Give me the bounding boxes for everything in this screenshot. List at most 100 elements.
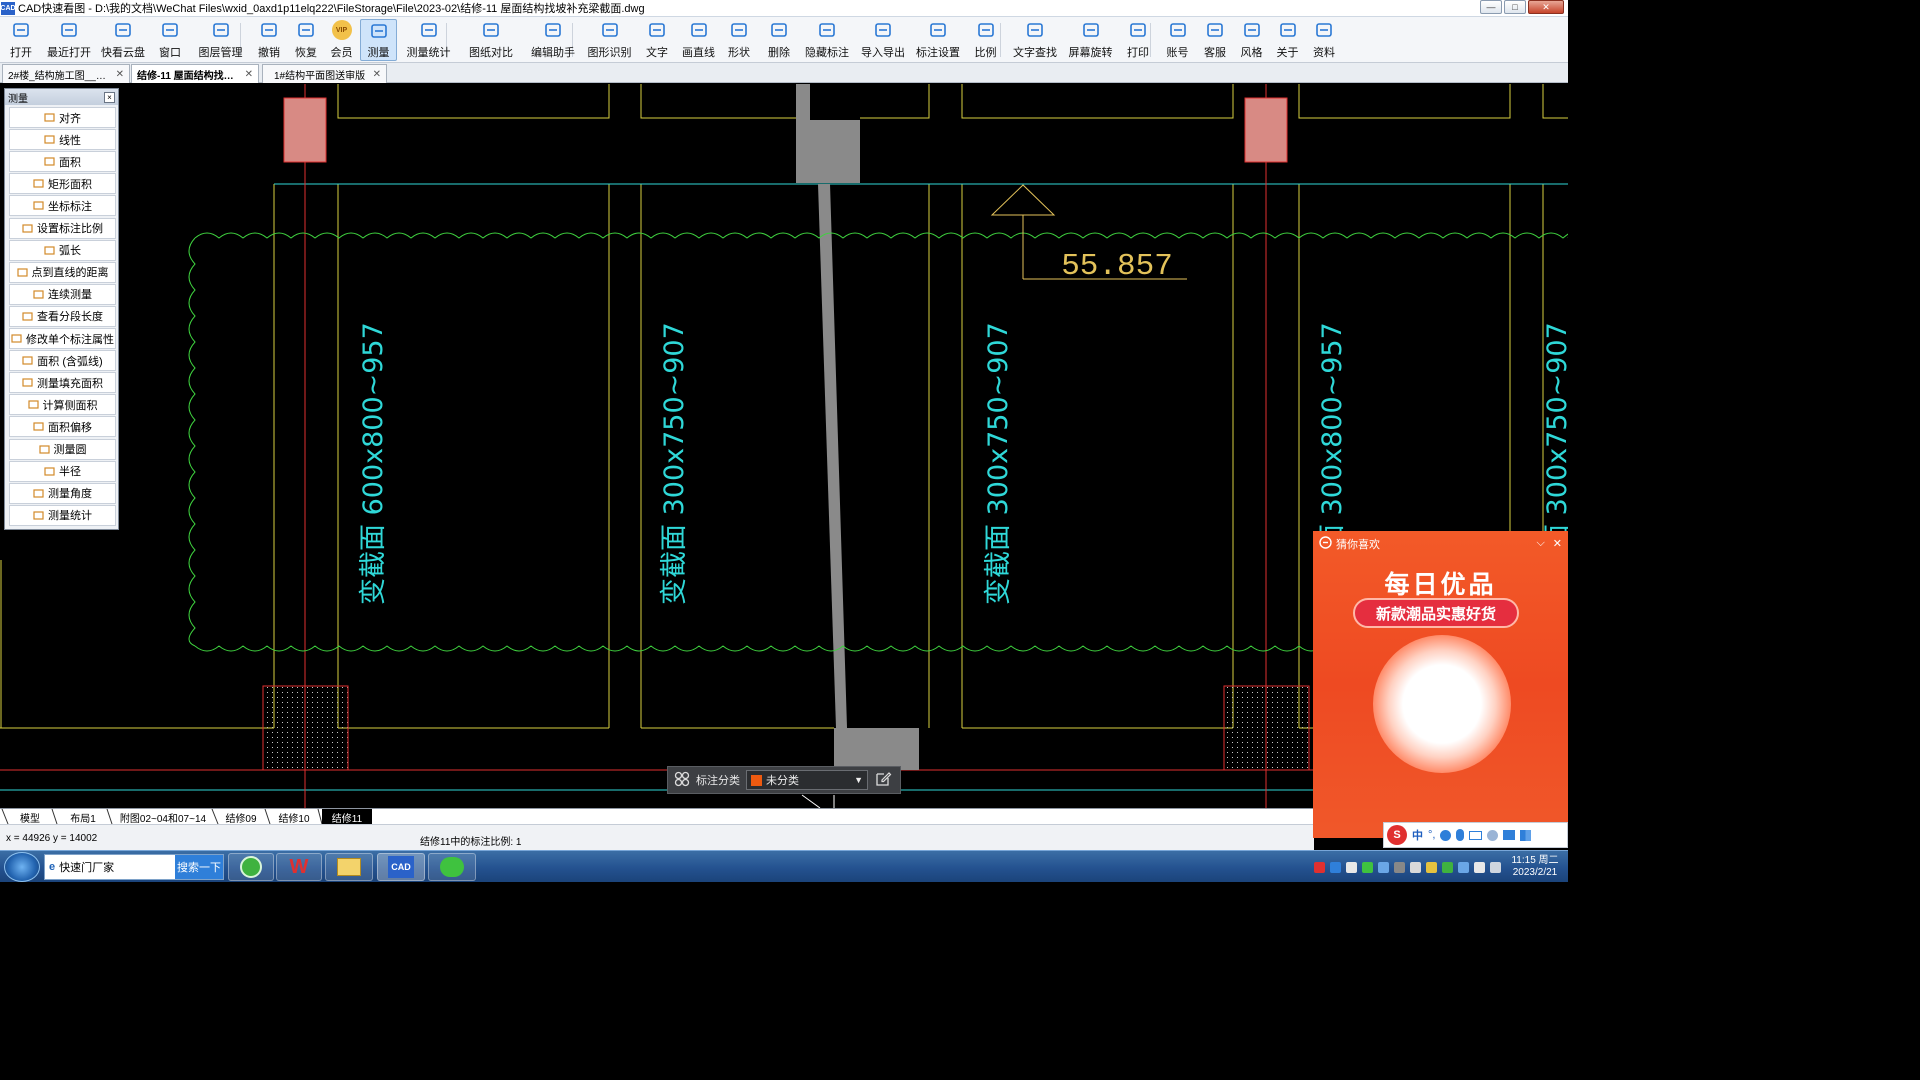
layout-tab-model[interactable]: 模型 [8,809,52,825]
ime-punctuation[interactable]: °, [1428,829,1435,841]
layout-tab-jx10[interactable]: 结修10 [270,809,318,825]
toolbar-button[interactable]: 窗口 [150,19,190,61]
measure-item[interactable]: 测量填充面积 [9,372,116,394]
measure-item[interactable]: 点到直线的距离 [9,261,116,283]
toolbar-button[interactable]: 隐藏标注 [800,19,854,61]
toolbar-button[interactable]: 文字 [637,19,677,61]
doc-tab-3[interactable]: 1#结构平面图送审版 ✕ [262,64,387,83]
measure-item[interactable]: 面积 (含弧线) [9,350,116,372]
measure-item[interactable]: 坐标标注 [9,195,116,217]
measure-item[interactable]: 测量统计 [9,504,116,526]
toolbar-button[interactable]: 打开 [2,19,40,61]
sogou-tray-icon[interactable] [1314,861,1325,873]
measure-item[interactable]: 连续测量 [9,283,116,305]
doc-tab-2[interactable]: 结修-11 屋面结构找… ✕ [131,64,259,83]
toolbar-button[interactable]: 账号 [1160,19,1195,61]
taskbar-wps[interactable]: W [276,853,322,881]
toolbox-icon[interactable] [1520,829,1532,841]
toolbar-button[interactable]: 测量 [360,19,397,61]
minimize-button[interactable]: — [1480,0,1502,14]
annotation-class-select[interactable]: 未分类 ▼ [746,770,868,790]
taskbar-cad[interactable]: CAD [377,853,425,881]
toolbar-button[interactable]: 文字查找 [1007,19,1063,61]
toolbar-button[interactable]: 比例 [966,19,1005,61]
toolbar-button[interactable]: 客服 [1197,19,1233,61]
toolbar-button[interactable]: 图层管理 [192,19,249,61]
measure-item[interactable]: 测量圆 [9,438,116,460]
maximize-button[interactable]: □ [1504,0,1526,14]
toolbar-button[interactable]: 标注设置 [912,19,964,61]
ad-popup[interactable]: 猜你喜欢 ⌵ ✕ 每日优品 新款潮品实惠好货 [1313,531,1568,838]
measure-item[interactable]: 线性 [9,129,116,151]
edit-icon[interactable] [874,770,892,791]
measure-item[interactable]: 矩形面积 [9,173,116,195]
close-window-button[interactable]: ✕ [1528,0,1564,14]
toolbar-button[interactable]: 最近打开 [42,19,96,61]
layout-tab-jx11[interactable]: 结修11 [322,809,372,825]
doc-tab-1[interactable]: 2#楼_结构施工图__20… ✕ [2,64,130,83]
toolbar-button[interactable]: 资料 [1307,19,1341,61]
toolbar-button[interactable]: 形状 [720,19,758,61]
tray-app-icon[interactable] [1442,861,1453,873]
taskbar-browser[interactable] [228,853,274,881]
display-tray-icon[interactable] [1490,861,1501,873]
taskbar-wechat[interactable] [428,853,476,881]
wechat-tray-icon[interactable] [1362,861,1373,873]
network-tray-icon[interactable] [1378,861,1389,873]
measure-item[interactable]: 查看分段长度 [9,305,116,327]
measure-item[interactable]: 测量角度 [9,482,116,504]
ad-subtitle[interactable]: 新款潮品实惠好货 [1353,598,1519,628]
layout-tab-appendix[interactable]: 附图02~04和07~14 [113,809,213,825]
toolbar-button[interactable]: 撤销 [251,19,287,61]
toolbar-button[interactable]: 恢复 [289,19,323,61]
toolbar-button[interactable]: 打印 [1118,19,1158,61]
toolbar-button[interactable]: 图纸对比 [460,19,522,61]
grid-icon[interactable] [674,771,690,790]
ime-language[interactable]: 中 [1412,827,1423,843]
volume-tray-icon[interactable] [1474,861,1485,873]
toolbar-button[interactable]: 画直线 [679,19,718,61]
layout-tab-layout1[interactable]: 布局1 [58,809,108,825]
taskbar-explorer[interactable] [325,853,373,881]
measure-item[interactable]: 面积偏移 [9,416,116,438]
toolbar-button[interactable]: 编辑助手 [524,19,582,61]
taskbar-search[interactable]: e 快速门厂家 搜索一下 [44,854,224,880]
close-tab-icon[interactable]: ✕ [245,69,253,80]
measure-item[interactable]: 修改单个标注属性 [9,328,116,349]
toolbar-button[interactable]: 屏幕旋转 [1065,19,1116,61]
help-tray-icon[interactable] [1330,861,1341,873]
toolbar-button[interactable]: 测量统计 [399,19,458,61]
measure-item[interactable]: 设置标注比例 [9,217,116,239]
sogou-logo-icon[interactable]: S [1387,825,1407,845]
measure-item[interactable]: 弧长 [9,239,116,261]
keyboard-icon[interactable] [1469,830,1483,840]
tray-app-icon[interactable] [1410,861,1421,873]
toolbar-button[interactable]: 风格 [1235,19,1268,61]
measure-item[interactable]: 面积 [9,151,116,173]
toolbar-button[interactable]: VIP 会员 [325,19,358,61]
toolbar-button[interactable]: 关于 [1270,19,1305,61]
close-tab-icon[interactable]: ✕ [373,69,381,80]
measure-item[interactable]: 半径 [9,460,116,482]
toolbar-button[interactable]: 快看云盘 [98,19,148,61]
search-text[interactable]: 快速门厂家 [55,859,175,875]
user-icon[interactable] [1487,829,1499,841]
start-button[interactable] [4,852,40,882]
printer-tray-icon[interactable] [1394,861,1405,873]
emoji-icon[interactable] [1440,829,1452,841]
layout-tab-jx09[interactable]: 结修09 [218,809,264,825]
ad-close-icon[interactable]: ✕ [1553,537,1562,550]
measure-item[interactable]: 计算侧面积 [9,394,116,416]
measure-item[interactable]: 对齐 [9,107,116,128]
toolbar-button[interactable]: 导入导出 [856,19,910,61]
toolbar-button[interactable]: 删除 [760,19,798,61]
close-tab-icon[interactable]: ✕ [116,69,124,80]
ime-tray-icon[interactable] [1346,861,1357,873]
collapse-icon[interactable]: ⌵ [1536,537,1544,550]
tray-app-icon[interactable] [1458,861,1469,873]
microphone-icon[interactable] [1456,829,1465,841]
close-panel-icon[interactable]: × [104,91,115,103]
toolbar-button[interactable]: 图形识别 [584,19,635,61]
clock[interactable]: 11:15 周二 2023/2/21 [1506,855,1564,879]
search-button[interactable]: 搜索一下 [175,855,223,879]
